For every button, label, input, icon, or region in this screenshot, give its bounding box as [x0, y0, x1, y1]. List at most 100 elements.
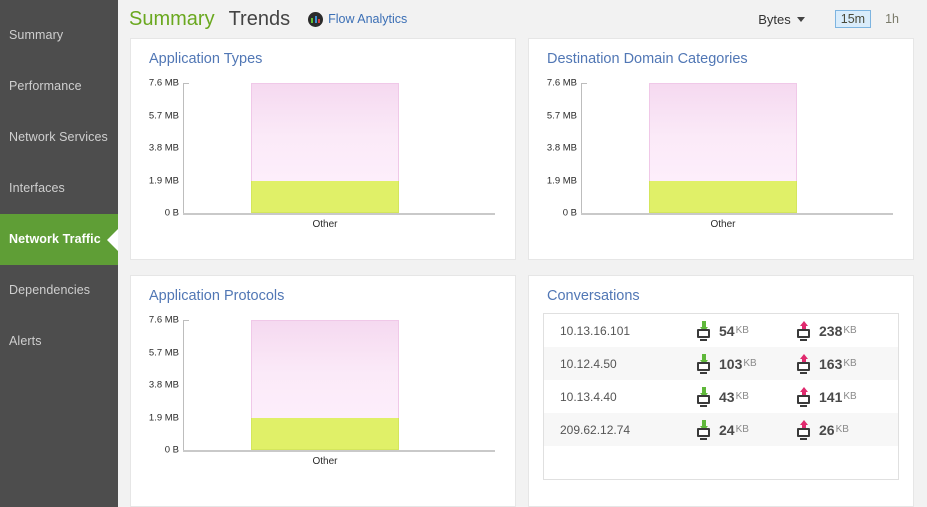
bar-segment-lower[interactable]	[251, 417, 399, 450]
bar-segment-lower[interactable]	[251, 180, 399, 213]
time-range-1h[interactable]: 1h	[879, 10, 905, 28]
dashboard-grid: Application Types 0 B 1.9 MB 3.8 MB 5.7 MB 7…	[130, 38, 927, 507]
time-range-group: 15m 1h	[827, 10, 905, 28]
upload-value: 238	[819, 322, 843, 339]
download-metric: 43 KB	[696, 386, 796, 407]
sidebar-item-summary[interactable]: Summary	[0, 10, 118, 61]
sidebar-item-label: Interfaces	[9, 181, 65, 195]
active-indicator-arrow-icon	[107, 228, 118, 251]
upload-metric: 141 KB	[796, 386, 896, 407]
sidebar-item-label: Network Services	[9, 130, 108, 144]
download-metric: 103 KB	[696, 353, 796, 374]
panel-application-protocols: Application Protocols 0 B 1.9 MB 3.8 MB 5.7…	[130, 275, 516, 507]
x-axis-line	[183, 213, 495, 215]
download-unit: KB	[735, 391, 749, 402]
stacked-bar[interactable]	[251, 320, 399, 450]
upload-host-icon	[796, 419, 811, 440]
download-host-icon	[696, 353, 711, 374]
upload-value: 163	[819, 355, 843, 372]
upload-metric: 163 KB	[796, 353, 896, 374]
sidebar-item-network-services[interactable]: Network Services	[0, 112, 118, 163]
conversation-host: 10.13.16.101	[560, 323, 631, 338]
sidebar-item-alerts[interactable]: Alerts	[0, 316, 118, 367]
upload-value: 141	[819, 388, 843, 405]
tab-summary[interactable]: Summary	[129, 8, 215, 31]
upload-metric: 26 KB	[796, 419, 896, 440]
conversation-row[interactable]: 10.13.4.40 43 KB 141 KB	[544, 380, 898, 413]
units-dropdown-label: Bytes	[758, 11, 791, 27]
y-axis-line	[183, 83, 184, 213]
view-tabs: Summary Trends	[129, 8, 304, 31]
tab-trends[interactable]: Trends	[229, 8, 291, 31]
main-content: Summary Trends Flow Analytics Bytes 15m 1h…	[118, 0, 927, 507]
download-host-icon	[696, 386, 711, 407]
download-host-icon	[696, 320, 711, 341]
conversation-row-empty	[544, 446, 898, 479]
x-axis-line	[183, 450, 495, 452]
conversation-row[interactable]: 10.12.4.50 103 KB 163 KB	[544, 347, 898, 380]
sidebar-item-label: Summary	[9, 28, 64, 42]
conversation-row[interactable]: 10.13.16.101 54 KB 238 KB	[544, 314, 898, 347]
sidebar: Summary Performance Network Services Interf…	[0, 0, 118, 507]
sidebar-item-dependencies[interactable]: Dependencies	[0, 265, 118, 316]
download-value: 54	[719, 322, 735, 339]
y-tick-label: 5.7 MB	[148, 347, 179, 358]
upload-unit: KB	[843, 325, 857, 336]
y-axis-line	[183, 320, 184, 450]
app-root: Summary Performance Network Services Interf…	[0, 0, 927, 507]
y-tick-label: 0 B	[164, 207, 179, 219]
units-dropdown[interactable]: Bytes	[758, 12, 805, 27]
y-axis-top-cap	[183, 320, 189, 321]
y-tick-label: 3.8 MB	[148, 142, 179, 154]
upload-metric: 238 KB	[796, 320, 896, 341]
bar-segment-upper[interactable]	[649, 83, 797, 181]
bar-segment-lower[interactable]	[649, 180, 797, 213]
chart-application-types[interactable]: 0 B 1.9 MB 3.8 MB 5.7 MB 7.6 MB Other	[131, 75, 515, 230]
panel-title-application-protocols: Application Protocols	[149, 288, 285, 304]
sidebar-item-label: Network Traffic	[9, 232, 101, 246]
download-metric: 54 KB	[696, 320, 796, 341]
y-axis-top-cap	[183, 83, 189, 84]
flow-analytics-link[interactable]: Flow Analytics	[308, 11, 407, 27]
y-tick-label: 7.6 MB	[148, 314, 179, 326]
conversation-row[interactable]: 209.62.12.74 24 KB 26 KB	[544, 413, 898, 446]
sidebar-item-label: Performance	[9, 79, 82, 93]
bar-segment-upper[interactable]	[251, 320, 399, 418]
conversation-host: 10.12.4.50	[560, 356, 617, 371]
panel-title-application-types: Application Types	[149, 51, 263, 67]
y-tick-label: 1.9 MB	[148, 175, 179, 186]
panel-title-conversations: Conversations	[547, 288, 640, 304]
panel-conversations: Conversations 10.13.16.101 54 KB 238 KB 10.12…	[528, 275, 914, 507]
download-value: 24	[719, 421, 735, 438]
chart-application-protocols[interactable]: 0 B 1.9 MB 3.8 MB 5.7 MB 7.6 MB Other	[131, 312, 515, 467]
sidebar-item-network-traffic[interactable]: Network Traffic	[0, 214, 118, 265]
upload-host-icon	[796, 386, 811, 407]
y-tick-label: 5.7 MB	[148, 110, 179, 121]
sidebar-item-performance[interactable]: Performance	[0, 61, 118, 112]
y-tick-label: 1.9 MB	[148, 412, 179, 423]
time-range-15m[interactable]: 15m	[834, 10, 872, 28]
download-value: 43	[719, 388, 735, 405]
sidebar-item-interfaces[interactable]: Interfaces	[0, 163, 118, 214]
panel-destination-domain-categories: Destination Domain Categories 0 B 1.9 MB 3…	[528, 38, 914, 260]
y-tick-label: 7.6 MB	[148, 77, 179, 89]
flow-analytics-icon	[308, 11, 324, 27]
y-axis-line	[581, 83, 582, 213]
download-unit: KB	[735, 424, 749, 435]
download-value: 103	[719, 355, 743, 372]
header-controls: Bytes 15m 1h	[758, 0, 905, 38]
stacked-bar[interactable]	[251, 83, 399, 213]
download-unit: KB	[743, 358, 757, 369]
chart-destination-domain-categories[interactable]: 0 B 1.9 MB 3.8 MB 5.7 MB 7.6 MB Other	[529, 75, 913, 230]
stacked-bar[interactable]	[649, 83, 797, 213]
conversation-host: 10.13.4.40	[560, 389, 617, 404]
x-category-label: Other	[710, 219, 736, 230]
y-tick-label: 0 B	[164, 444, 179, 456]
upload-unit: KB	[843, 358, 857, 369]
y-tick-label: 3.8 MB	[546, 142, 577, 154]
upload-unit: KB	[835, 424, 849, 435]
upload-unit: KB	[843, 391, 857, 402]
panel-application-types: Application Types 0 B 1.9 MB 3.8 MB 5.7 MB 7…	[130, 38, 516, 260]
sidebar-item-label: Dependencies	[9, 283, 91, 297]
bar-segment-upper[interactable]	[251, 83, 399, 181]
